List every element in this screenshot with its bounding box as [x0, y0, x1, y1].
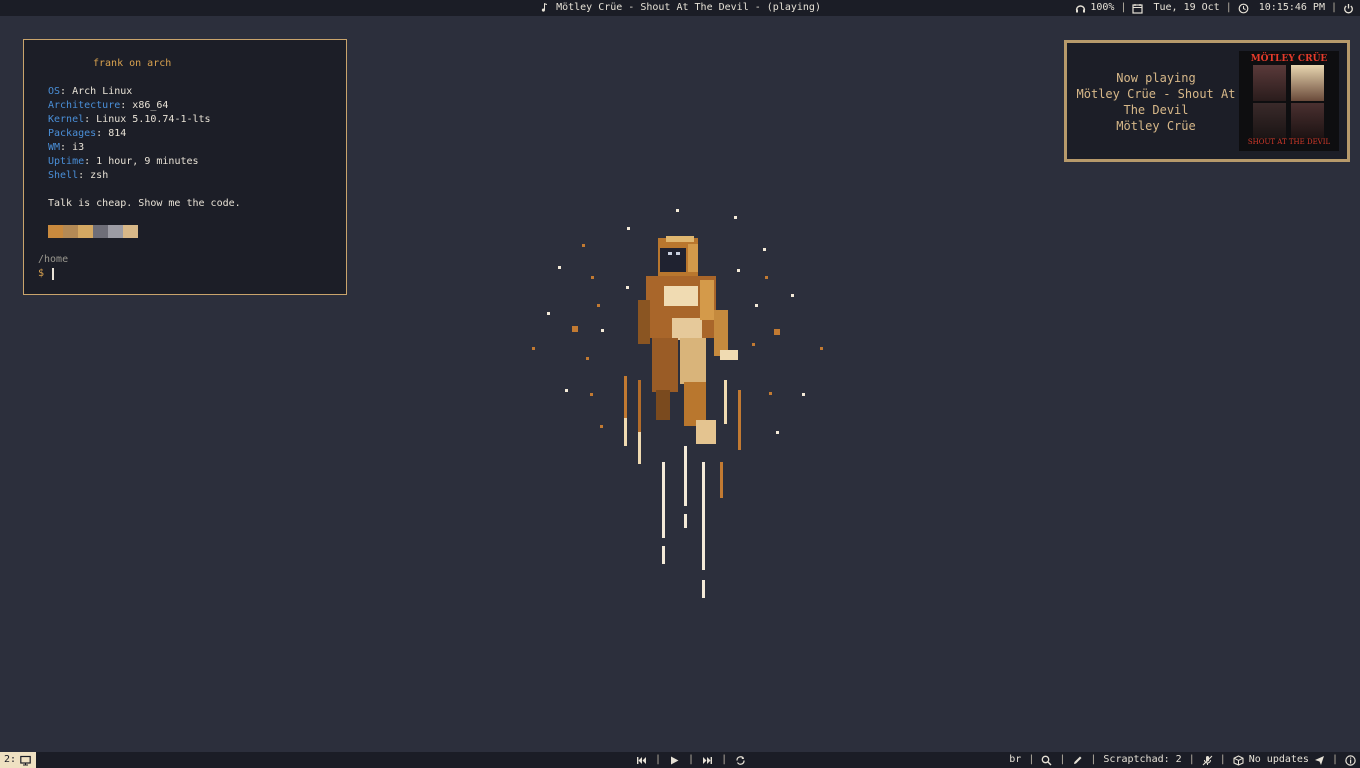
info-value: zsh — [90, 170, 109, 181]
keyboard-layout[interactable]: br — [1009, 752, 1021, 768]
info-row-shell: Shell: zsh — [48, 170, 109, 181]
prompt-symbol: $ — [38, 268, 45, 279]
workspace-label: 2: — [4, 754, 17, 765]
info-value: 814 — [108, 128, 127, 139]
now-playing-widget: Now playing Mötley Crüe - Shout At The D… — [1064, 40, 1350, 162]
separator: | — [655, 754, 662, 765]
separator: | — [721, 754, 728, 765]
info-value: Linux 5.10.74-1-lts — [96, 114, 211, 125]
send-icon[interactable] — [1314, 755, 1325, 766]
calendar-icon — [1132, 3, 1144, 14]
palette-swatch — [93, 225, 108, 238]
volume-level[interactable]: 100% — [1090, 0, 1114, 16]
info-key: Shell — [48, 170, 79, 181]
previous-icon[interactable] — [636, 755, 647, 766]
palette-swatch — [123, 225, 138, 238]
info-key: Architecture — [48, 100, 121, 111]
exhaust-trails — [624, 376, 741, 598]
pen-icon[interactable] — [1072, 755, 1083, 766]
now-playing-label: Now playing — [1116, 71, 1196, 85]
cover-portrait — [1291, 65, 1324, 101]
separator: | — [1028, 754, 1035, 765]
info-value: i3 — [72, 142, 85, 153]
search-icon[interactable] — [1041, 755, 1052, 766]
terminal-title: frank on arch — [93, 58, 172, 69]
separator: | — [1225, 2, 1232, 13]
next-icon[interactable] — [702, 755, 713, 766]
info-key: Kernel — [48, 114, 85, 125]
info-value: x86_64 — [132, 100, 169, 111]
palette-swatch — [78, 225, 93, 238]
bottom-bar: 2: | | | br | | | Scraptchad: 2 | | No u… — [0, 752, 1360, 768]
info-row-architecture: Architecture: x86_64 — [48, 100, 169, 111]
bottom-status-area: br | | | Scraptchad: 2 | | No updates | — [1009, 752, 1356, 768]
cover-caption: SHOUT AT THE DEVIL — [1247, 138, 1331, 146]
track-title-line2: The Devil — [1123, 103, 1189, 117]
current-directory: /home — [38, 254, 69, 265]
info-row-wm: WM: i3 — [48, 142, 85, 153]
separator: | — [1330, 2, 1337, 13]
separator: | — [1331, 754, 1338, 765]
workspace-indicator[interactable]: 2: — [0, 752, 36, 768]
info-key: Uptime — [48, 156, 85, 167]
system-info: OS: Arch Linux Architecture: x86_64 Kern… — [48, 85, 211, 183]
album-cover: MÖTLEY CRÜE SHOUT AT THE DEVIL — [1239, 51, 1339, 151]
astronaut-figure — [638, 236, 738, 444]
headphones-icon[interactable] — [1075, 3, 1086, 14]
power-icon[interactable] — [1343, 3, 1354, 14]
separator: | — [1188, 754, 1195, 765]
monitor-icon — [20, 755, 31, 766]
quote-text: Talk is cheap. Show me the code. — [48, 198, 241, 209]
shell-prompt[interactable]: $ — [38, 267, 55, 281]
info-row-os: OS: Arch Linux — [48, 86, 133, 97]
info-row-kernel: Kernel: Linux 5.10.74-1-lts — [48, 114, 211, 125]
cover-logo: MÖTLEY CRÜE — [1250, 54, 1328, 64]
info-row-uptime: Uptime: 1 hour, 9 minutes — [48, 156, 199, 167]
now-playing-info: Now playing Mötley Crüe - Shout At The D… — [1073, 70, 1239, 134]
info-key: Packages — [48, 128, 97, 139]
package-icon — [1233, 754, 1244, 766]
cover-portrait — [1253, 103, 1286, 139]
music-note-icon — [539, 2, 550, 13]
repeat-icon[interactable] — [735, 755, 746, 766]
updates-status[interactable]: No updates — [1249, 752, 1309, 768]
clock-icon — [1238, 3, 1249, 14]
color-palette — [48, 225, 138, 238]
info-value: Arch Linux — [72, 86, 133, 97]
scratchpad-count[interactable]: Scraptchad: 2 — [1103, 752, 1181, 768]
media-controls: | | | — [636, 752, 746, 768]
now-playing-text: Mötley Crüe - Shout At The Devil - (play… — [556, 2, 821, 13]
astronaut-wallpaper — [532, 209, 823, 598]
separator: | — [688, 754, 695, 765]
info-key: OS — [48, 86, 61, 97]
separator: | — [1059, 754, 1066, 765]
top-bar: Mötley Crüe - Shout At The Devil - (play… — [0, 0, 1360, 16]
info-icon[interactable] — [1345, 754, 1356, 766]
text-cursor — [52, 268, 55, 280]
status-area: 100% | Tue, 19 Oct | 10:15:46 PM | — [1075, 0, 1354, 16]
mic-icon[interactable] — [1202, 755, 1213, 766]
info-key: WM — [48, 142, 61, 153]
cover-portrait — [1253, 65, 1286, 101]
play-icon[interactable] — [669, 755, 680, 766]
artist-name: Mötley Crüe — [1116, 119, 1196, 133]
cover-portrait — [1291, 103, 1324, 139]
palette-swatch — [63, 225, 78, 238]
track-title-line1: Mötley Crüe - Shout At — [1076, 87, 1236, 101]
date-text[interactable]: Tue, 19 Oct — [1153, 0, 1219, 16]
palette-swatch — [108, 225, 123, 238]
separator: | — [1120, 2, 1127, 13]
separator: | — [1219, 754, 1226, 765]
info-value: 1 hour, 9 minutes — [96, 156, 199, 167]
time-text[interactable]: 10:15:46 PM — [1259, 0, 1325, 16]
terminal-window[interactable]: frank on arch OS: Arch Linux Architectur… — [23, 39, 347, 295]
info-row-packages: Packages: 814 — [48, 128, 127, 139]
palette-swatch — [48, 225, 63, 238]
separator: | — [1090, 754, 1097, 765]
